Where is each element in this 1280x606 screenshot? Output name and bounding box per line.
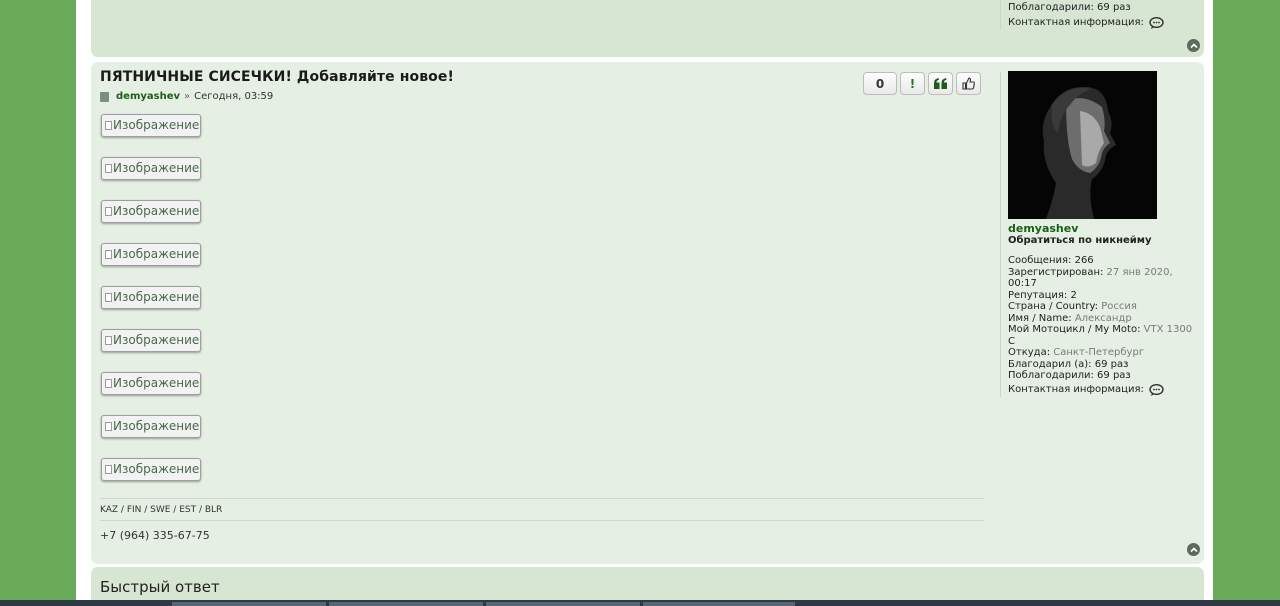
- chevron-up-icon: [1189, 546, 1198, 552]
- profile-thanks-received: Поблагодарили: 69 раз: [1008, 370, 1131, 381]
- profile-details: Сообщения: 266 Зарегистрирован: 27 янв 2…: [1008, 255, 1193, 396]
- report-button[interactable]: !: [900, 72, 925, 95]
- profile-divider: [1000, 72, 1001, 397]
- post-date: Сегодня, 03:59: [194, 91, 274, 102]
- chat-bubble-icon[interactable]: [1149, 383, 1164, 396]
- post-title[interactable]: ПЯТНИЧНЫЕ СИСЕЧКИ! Добавляйте новое!: [100, 69, 454, 85]
- post-image-link[interactable]: Изображение: [101, 286, 201, 309]
- meta-separator: »: [184, 91, 191, 102]
- taskbar-item[interactable]: [643, 602, 795, 606]
- broken-image-icon: [105, 465, 112, 474]
- broken-image-icon: [105, 293, 112, 302]
- signature-divider: [100, 520, 984, 521]
- chevron-up-icon: [1189, 42, 1198, 48]
- reputation-score-button[interactable]: 0: [863, 72, 897, 95]
- broken-image-icon: [105, 422, 112, 431]
- prev-thanks-received: Поблагодарили: 69 раз: [1008, 2, 1131, 13]
- signature-countries: KAZ / FIN / SWE / EST / BLR: [100, 505, 223, 515]
- broken-image-icon: [105, 250, 112, 259]
- image-alt-text: Изображение: [113, 161, 200, 175]
- taskbar-item[interactable]: [172, 602, 326, 606]
- quote-button[interactable]: [928, 72, 953, 95]
- post-meta: demyashev » Сегодня, 03:59: [100, 91, 273, 102]
- back-to-top-button[interactable]: [1187, 39, 1200, 52]
- profile-location: Откуда: Санкт-Петербург: [1008, 347, 1145, 358]
- image-alt-text: Изображение: [113, 118, 200, 132]
- post-actions: 0 !: [863, 72, 981, 95]
- broken-image-icon: [105, 379, 112, 388]
- image-alt-text: Изображение: [113, 376, 200, 390]
- profile-thanks-given: Благодарил (а): 69 раз: [1008, 358, 1129, 370]
- os-taskbar: [0, 600, 1280, 606]
- post-document-icon[interactable]: [100, 91, 109, 102]
- image-alt-text: Изображение: [113, 290, 200, 304]
- profile-registered-time: 00:17: [1008, 278, 1037, 289]
- broken-image-icon: [105, 207, 112, 216]
- profile-username[interactable]: demyashev: [1008, 222, 1078, 235]
- mention-link[interactable]: Обратиться по никнейму: [1008, 235, 1152, 246]
- broken-image-icon: [105, 164, 112, 173]
- like-button[interactable]: [956, 72, 981, 95]
- taskbar-item[interactable]: [329, 602, 483, 606]
- signature-divider: [100, 498, 984, 499]
- post-image-link[interactable]: Изображение: [101, 458, 201, 481]
- broken-image-icon: [105, 121, 112, 130]
- image-alt-text: Изображение: [113, 419, 200, 433]
- post-image-link[interactable]: Изображение: [101, 415, 201, 438]
- profile-contact-info: Контактная информация:: [1008, 383, 1193, 396]
- signature-phone: +7 (964) 335-67-75: [100, 529, 210, 542]
- profile-name: Имя / Name: Александр: [1008, 312, 1132, 324]
- profile-moto: Мой Мотоцикл / My Moto: VTX 1300: [1008, 324, 1193, 335]
- post-author-link[interactable]: demyashev: [116, 91, 180, 102]
- quote-icon: [934, 78, 947, 89]
- profile-divider: [1000, 0, 1001, 30]
- image-alt-text: Изображение: [113, 462, 200, 476]
- avatar[interactable]: [1008, 71, 1157, 219]
- post-image-link[interactable]: Изображение: [101, 243, 201, 266]
- back-to-top-button[interactable]: [1187, 543, 1200, 556]
- profile-country: Страна / Country: Россия: [1008, 301, 1137, 312]
- post-image-link[interactable]: Изображение: [101, 372, 201, 395]
- broken-image-icon: [105, 336, 112, 345]
- post-image-link[interactable]: Изображение: [101, 114, 201, 137]
- post-image-link[interactable]: Изображение: [101, 157, 201, 180]
- profile-moto-cont: C: [1008, 335, 1015, 347]
- avatar-portrait: [1008, 71, 1157, 219]
- thumbs-up-icon: [962, 77, 975, 90]
- post-image-link[interactable]: Изображение: [101, 329, 201, 352]
- profile-registered: Зарегистрирован: 27 янв 2020,: [1008, 266, 1173, 278]
- image-alt-text: Изображение: [113, 247, 200, 261]
- taskbar-item[interactable]: [486, 602, 640, 606]
- profile-posts: Сообщения: 266: [1008, 255, 1094, 266]
- prev-contact-info: Контактная информация:: [1008, 17, 1164, 29]
- image-alt-text: Изображение: [113, 333, 200, 347]
- profile-reputation: Репутация: 2: [1008, 289, 1077, 301]
- post-image-link[interactable]: Изображение: [101, 200, 201, 223]
- chat-bubble-icon[interactable]: [1149, 17, 1164, 29]
- quick-reply-title[interactable]: Быстрый ответ: [100, 578, 220, 596]
- image-alt-text: Изображение: [113, 204, 200, 218]
